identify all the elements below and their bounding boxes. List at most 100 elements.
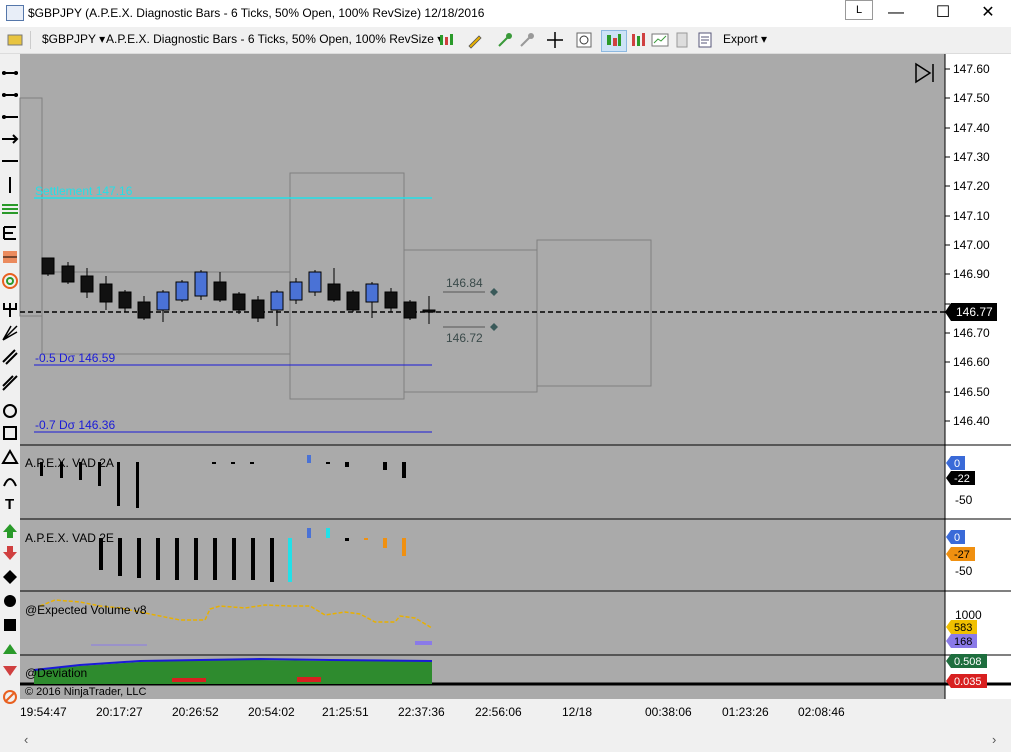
vad2a-bar — [402, 462, 406, 478]
level-upper-label: 146.84 — [446, 276, 483, 290]
volume-axis-label: 1000 — [955, 608, 982, 622]
price-tick-label: 147.20 — [953, 179, 990, 193]
volume-marker-b: 168 — [946, 634, 977, 648]
vad2a-marker-a: 0 — [946, 456, 965, 470]
vad2e-bar — [251, 538, 255, 580]
vad2e-marker-a-value: 0 — [954, 532, 960, 544]
candle — [327, 268, 341, 302]
profile-box-4 — [403, 249, 538, 393]
vad2e-marker-b: -27 — [946, 547, 975, 561]
vad2e-bar — [288, 538, 292, 582]
deviation-marker-a-value: 0.508 — [954, 656, 982, 668]
price-tick-label: 147.60 — [953, 62, 990, 76]
vad2e-histogram — [99, 528, 406, 582]
candle — [346, 290, 360, 312]
horizontal-scrollbar[interactable]: ‹ › — [24, 732, 996, 747]
volume-marker-a: 583 — [946, 620, 977, 634]
vad2e-bar — [307, 528, 311, 538]
time-tick-label: 00:38:06 — [645, 705, 692, 719]
vad2a-marker-b: -22 — [946, 471, 975, 485]
candle — [422, 296, 436, 324]
price-tick-label: 146.40 — [953, 414, 990, 428]
vad2e-marker-a: 0 — [946, 530, 965, 544]
price-tick-label: 146.90 — [953, 267, 990, 281]
candle — [61, 262, 75, 284]
vad2e-bar — [326, 528, 330, 538]
time-tick-label: 20:26:52 — [172, 705, 219, 719]
deviation-07-label: -0.7 Dσ 146.36 — [35, 418, 115, 432]
price-axis-labels: 147.60 147.50 147.40 147.30 147.20 147.10 147.… — [953, 62, 990, 428]
scroll-right-icon[interactable]: › — [992, 732, 996, 747]
price-tick-label: 146.50 — [953, 385, 990, 399]
volume-marker-b-value: 168 — [954, 636, 972, 648]
time-tick-label: 20:54:02 — [248, 705, 295, 719]
price-tick-label: 147.50 — [953, 91, 990, 105]
candlesticks — [41, 257, 436, 326]
price-axis-ticks — [945, 68, 950, 422]
vad2e-label: A.P.E.X. VAD 2E — [25, 531, 114, 545]
vad2a-label: A.P.E.X. VAD 2A — [25, 456, 114, 470]
time-tick-label: 19:54:47 — [20, 705, 67, 719]
vad2e-marker-b-value: -27 — [954, 549, 970, 561]
candle — [270, 290, 284, 326]
volume-label: @Expected Volume v8 — [25, 603, 147, 617]
candle — [156, 290, 170, 322]
vad2e-bar — [232, 538, 236, 580]
time-tick-label: 12/18 — [562, 705, 592, 719]
deviation-marker-b-value: 0.035 — [954, 676, 982, 688]
scroll-to-end-button[interactable] — [915, 62, 934, 84]
candle — [232, 292, 246, 314]
vad2e-bar — [118, 538, 122, 576]
candle — [194, 270, 208, 300]
vad2a-bar — [117, 462, 120, 506]
price-tick-label: 147.00 — [953, 238, 990, 252]
deviation-marker-a: 0.508 — [946, 654, 987, 668]
vad2e-bar — [345, 538, 349, 541]
level-upper-marker — [490, 288, 498, 296]
vad2e-bar — [137, 538, 141, 578]
price-tick-label: 147.30 — [953, 150, 990, 164]
candle — [99, 276, 113, 310]
vad2a-marker-b-value: -22 — [954, 473, 970, 485]
deviation-label: @Deviation — [25, 666, 87, 680]
candle — [118, 290, 132, 312]
price-tick-label: 146.70 — [953, 326, 990, 340]
deviation-05-label: -0.5 Dσ 146.59 — [35, 351, 115, 365]
vad2e-axis-label: -50 — [955, 564, 973, 578]
time-tick-label: 22:56:06 — [475, 705, 522, 719]
candle — [251, 296, 265, 322]
vad2e-bar — [270, 538, 274, 582]
candle — [175, 280, 189, 302]
price-tick-label: 146.60 — [953, 355, 990, 369]
candle — [289, 278, 303, 304]
play-end-icon — [915, 62, 932, 84]
vad2a-bar — [345, 462, 349, 467]
last-price-value: 146.77 — [956, 305, 993, 319]
vad2e-bar — [383, 538, 387, 548]
volume-marker-a-value: 583 — [954, 622, 972, 634]
candle — [137, 296, 151, 320]
vad2a-axis-label: -50 — [955, 493, 973, 507]
vad2e-bar — [364, 538, 368, 540]
deviation-negative-bar — [172, 678, 206, 682]
vad2a-bar — [231, 462, 235, 464]
copyright-label: © 2016 NinjaTrader, LLC — [25, 686, 146, 698]
scroll-left-icon[interactable]: ‹ — [24, 732, 28, 747]
time-axis-labels: 19:54:47 20:17:27 20:26:52 20:54:02 21:25:51… — [20, 705, 845, 719]
level-lower-label: 146.72 — [446, 331, 483, 345]
vad2a-bar — [383, 462, 387, 470]
vad2e-bar — [175, 538, 179, 580]
price-tick-label: 147.40 — [953, 121, 990, 135]
vad2a-bar — [250, 462, 254, 464]
vad2e-bar — [402, 538, 406, 556]
profile-box-1 — [19, 97, 43, 317]
time-tick-label: 22:37:36 — [398, 705, 445, 719]
vad2e-bar — [213, 538, 217, 580]
price-tick-label: 147.10 — [953, 209, 990, 223]
candle — [41, 257, 55, 276]
profile-box-5 — [536, 239, 652, 387]
candle — [384, 288, 398, 312]
vad2a-bar — [326, 462, 330, 464]
vad2a-bar — [307, 455, 311, 463]
candle — [403, 300, 417, 320]
